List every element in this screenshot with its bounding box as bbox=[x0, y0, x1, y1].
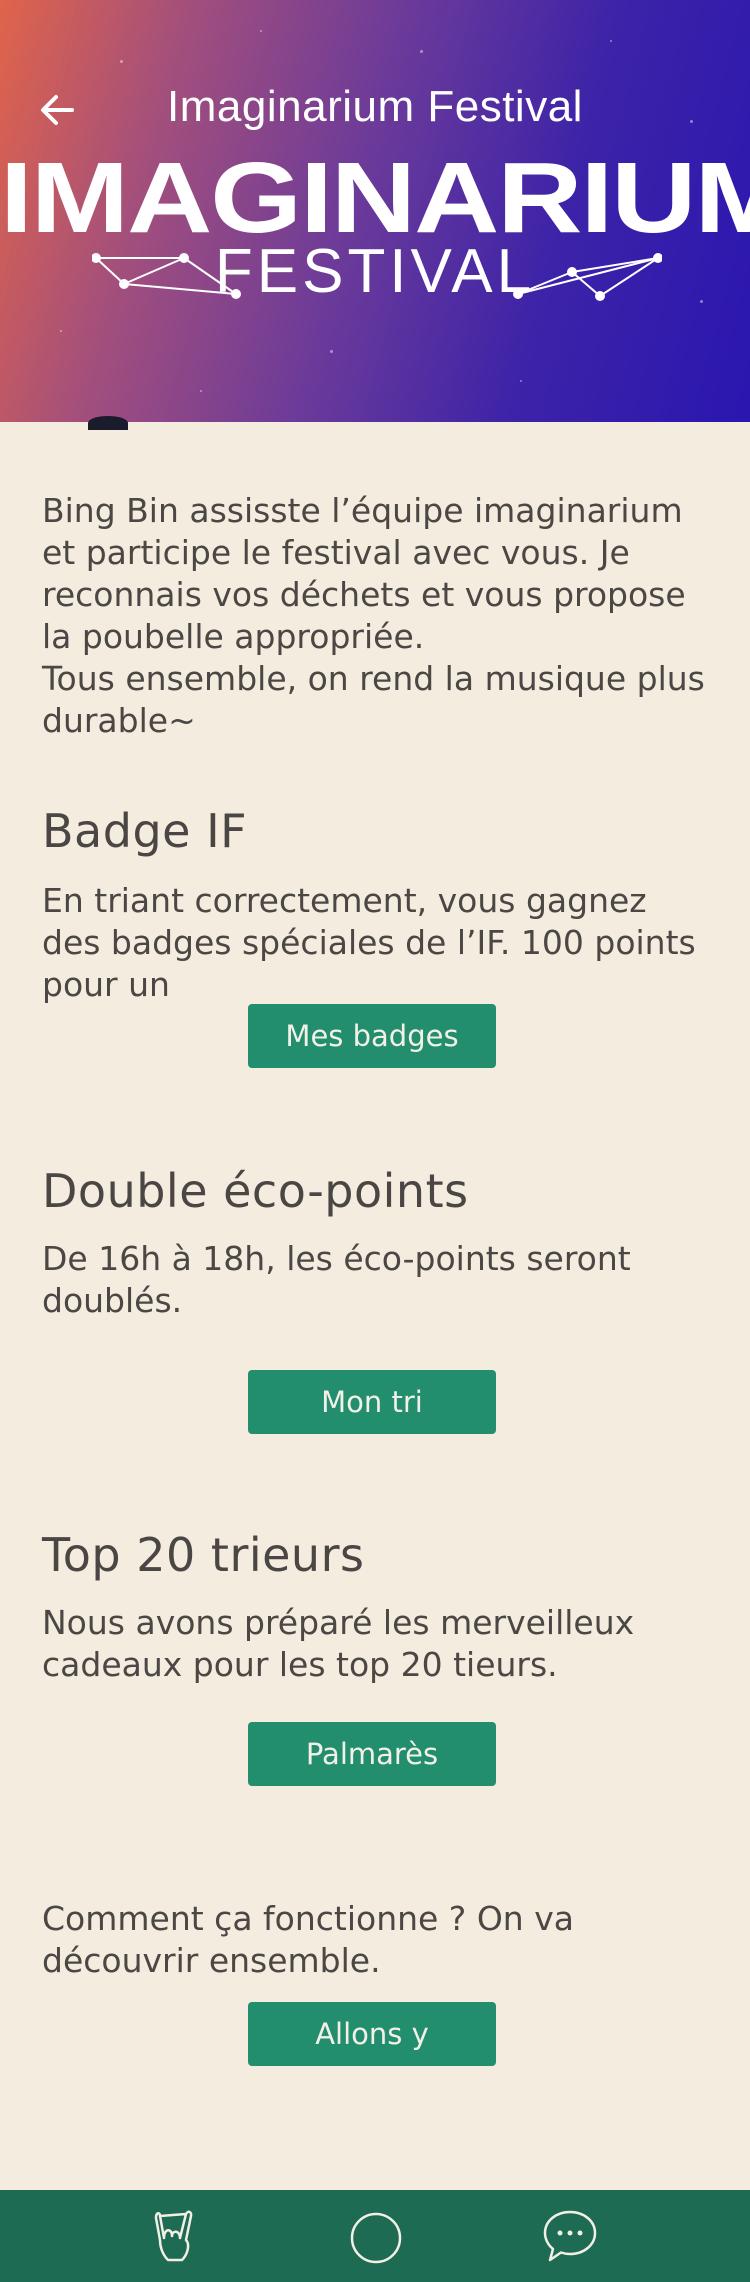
double-section-title: Double éco-points bbox=[42, 1164, 469, 1218]
badge-section-title: Badge IF bbox=[42, 804, 248, 858]
circle-icon[interactable] bbox=[346, 2206, 406, 2266]
double-section-text: De 16h à 18h, les éco-points seront doub… bbox=[42, 1239, 631, 1320]
mon-tri-button[interactable]: Mon tri bbox=[248, 1370, 496, 1434]
intro-text: Bing Bin assisste l’équipe imaginarium e… bbox=[42, 491, 705, 740]
rock-hand-icon[interactable] bbox=[146, 2206, 206, 2266]
mes-badges-button[interactable]: Mes badges bbox=[248, 1004, 496, 1068]
constellation-right-icon bbox=[513, 253, 662, 301]
constellation-left-icon bbox=[92, 253, 241, 299]
top-section-text: Nous avons préparé les merveilleux cadea… bbox=[42, 1603, 635, 1684]
badge-section-text: En triant correctement, vous gagnez des … bbox=[42, 881, 696, 1004]
top-section-title: Top 20 trieurs bbox=[42, 1528, 365, 1582]
hero-decoration bbox=[88, 416, 128, 430]
palmares-button[interactable]: Palmarès bbox=[248, 1722, 496, 1786]
how-section-text: Comment ça fonctionne ? On va découvrir … bbox=[42, 1899, 574, 1980]
chat-bubble-icon[interactable] bbox=[540, 2206, 600, 2266]
allons-y-button[interactable]: Allons y bbox=[248, 2002, 496, 2066]
page-title: Imaginarium Festival bbox=[167, 82, 583, 131]
hero-banner: Imaginarium Festival IMAGINARIUM FESTIVA… bbox=[0, 0, 750, 422]
festival-logo-main: IMAGINARIUM bbox=[0, 141, 750, 255]
